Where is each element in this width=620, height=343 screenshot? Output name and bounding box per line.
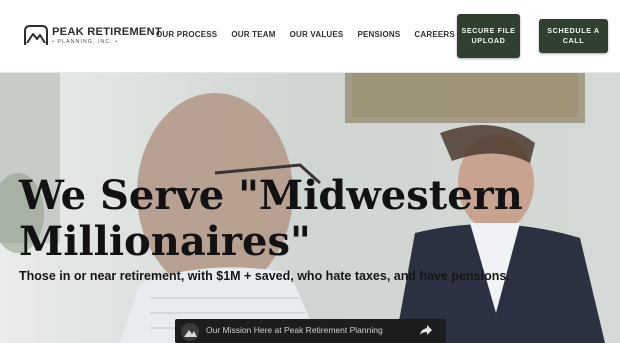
video-title[interactable]: Our Mission Here at Peak Retirement Plan… (206, 325, 383, 335)
nav-pensions[interactable]: PENSIONS (357, 30, 400, 39)
nav-our-process[interactable]: OUR PROCESS (156, 30, 217, 39)
nav-our-team[interactable]: OUR TEAM (231, 30, 275, 39)
secure-file-upload-button[interactable]: SECURE FILE UPLOAD (457, 14, 520, 58)
site-header: PEAK RETIREMENT • PLANNING, INC. • OUR P… (0, 0, 620, 73)
logo-title: PEAK RETIREMENT (52, 25, 162, 38)
mountain-logo-icon (24, 25, 48, 45)
hero-subline: Those in or near retirement, with $1M + … (19, 269, 510, 283)
nav-careers[interactable]: CAREERS (414, 30, 455, 39)
nav-our-values[interactable]: OUR VALUES (290, 30, 344, 39)
main-nav: OUR PROCESS OUR TEAM OUR VALUES PENSIONS… (156, 30, 455, 39)
schedule-call-button[interactable]: SCHEDULE A CALL (539, 19, 608, 53)
video-channel-avatar (181, 323, 199, 341)
video-embed-bar[interactable]: Our Mission Here at Peak Retirement Plan… (175, 319, 446, 343)
site-logo[interactable]: PEAK RETIREMENT • PLANNING, INC. • (24, 24, 162, 48)
secure-file-upload-label: SECURE FILE UPLOAD (461, 26, 516, 45)
hero-section: We Serve "Midwestern Millionaires" Those… (0, 73, 620, 343)
schedule-call-label: SCHEDULE A CALL (547, 26, 600, 45)
logo-subtitle: • PLANNING, INC. • (52, 38, 119, 45)
hero-headline: We Serve "Midwestern Millionaires" (19, 172, 523, 265)
share-icon[interactable] (419, 324, 433, 336)
